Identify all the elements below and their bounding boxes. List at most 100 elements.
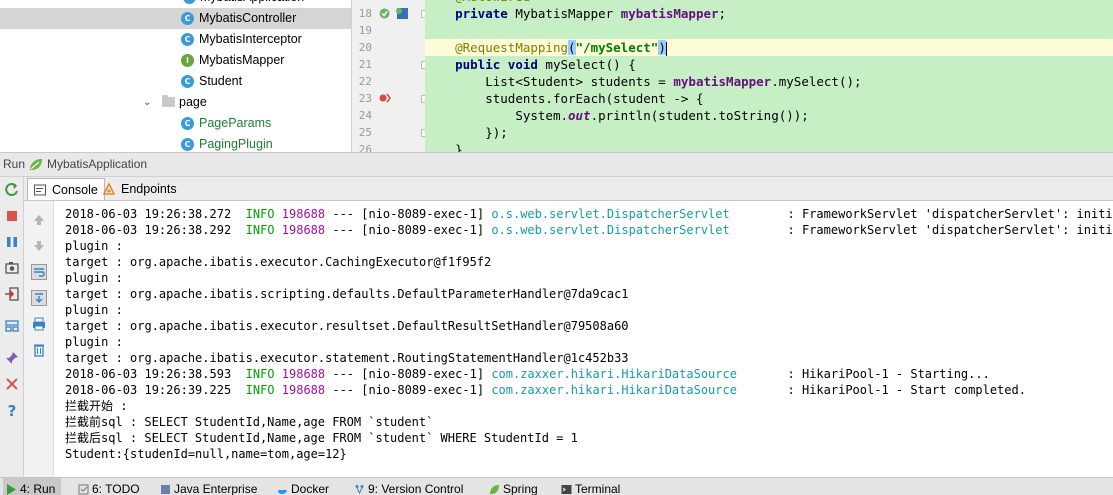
scroll-up-icon[interactable] — [31, 212, 47, 228]
autowired-icon[interactable] — [394, 6, 410, 20]
tree-item-label: MybatisMapper — [199, 53, 285, 67]
clear-all-icon[interactable] — [31, 342, 47, 358]
interface-icon: I — [181, 54, 194, 67]
class-icon: C — [181, 117, 194, 130]
console-line: Student:{studenId=null,name=tom,age=12} — [65, 447, 347, 461]
console-output[interactable]: 2018-06-03 19:26:38.272 INFO 198688 --- … — [54, 201, 1113, 477]
java-enterprise-icon — [161, 485, 170, 494]
code-line-21: public void mySelect() { — [455, 57, 636, 72]
tree-item-mybatisinterceptor[interactable]: C MybatisInterceptor — [0, 29, 351, 50]
lambda-navigation-icon[interactable] — [378, 92, 392, 104]
svg-text:?: ? — [8, 402, 17, 418]
console-line: plugin : — [65, 303, 123, 317]
toolwindow-todo-button[interactable]: 6: TODO — [75, 478, 140, 495]
line-number: 24 — [358, 109, 372, 122]
line-number: 19 — [358, 24, 372, 37]
line-number: 20 — [358, 41, 372, 54]
tree-item-partial[interactable]: C MybatisApplication — [0, 0, 351, 8]
pause-icon[interactable] — [4, 234, 20, 250]
line-number: 21 — [358, 58, 372, 71]
tree-item-pagingplugin[interactable]: C PagingPlugin — [0, 134, 351, 152]
chevron-down-icon[interactable]: ⌄ — [143, 92, 151, 113]
todo-icon — [78, 484, 89, 495]
bean-navigation-icon[interactable] — [378, 7, 391, 20]
print-icon[interactable] — [31, 316, 47, 332]
pin-icon[interactable] — [4, 350, 20, 366]
rerun-icon[interactable] — [4, 182, 20, 198]
code-editor[interactable]: @Autowired private MybatisMapper mybatis… — [425, 0, 1113, 152]
class-icon: C — [181, 12, 194, 25]
spring-boot-app-icon — [30, 159, 42, 170]
version-control-icon — [355, 485, 364, 495]
scroll-down-icon[interactable] — [31, 238, 47, 254]
layout-icon[interactable] — [4, 318, 20, 334]
console-line: plugin : — [65, 335, 123, 349]
console-line: plugin : — [65, 271, 123, 285]
line-number: 23 — [358, 92, 372, 105]
toolwindow-spring-button[interactable]: Spring — [486, 478, 538, 495]
line-number: 25 — [358, 126, 372, 139]
tree-item-mybatiscontroller[interactable]: C MybatisController — [0, 8, 351, 29]
project-tree: C MybatisApplication C MybatisController… — [0, 0, 352, 152]
editor-gutter[interactable]: 18 19 20 21 22 23 24 25 26 — [352, 0, 425, 152]
tab-endpoints[interactable]: Endpoints — [97, 178, 183, 200]
console-line: target : org.apache.ibatis.scripting.def… — [65, 287, 629, 301]
text-cursor — [665, 41, 667, 56]
tab-console[interactable]: Console — [27, 178, 105, 200]
scroll-to-end-icon[interactable] — [31, 290, 47, 306]
stop-icon[interactable] — [4, 208, 20, 224]
tree-item-label: MybatisInterceptor — [199, 32, 302, 46]
console-line: 拦截开始 : — [65, 399, 128, 413]
toolwindow-java-enterprise-button[interactable]: Java Enterprise — [157, 478, 257, 495]
tree-item-label: PageParams — [199, 116, 272, 130]
tree-item-mybatismapper[interactable]: I MybatisMapper — [0, 50, 351, 71]
tree-item-pageparams[interactable]: C PageParams — [0, 113, 351, 134]
run-icon — [7, 484, 16, 495]
code-line-25: }); — [485, 125, 508, 140]
line-number: 22 — [358, 75, 372, 88]
tree-package-page[interactable]: ⌄ page — [0, 92, 351, 113]
run-label: Run — [3, 157, 26, 171]
docker-icon — [278, 490, 287, 494]
console-line: 2018-06-03 19:26:38.272 INFO 198688 --- … — [65, 207, 1113, 221]
exit-icon[interactable] — [4, 286, 20, 302]
tab-label: Console — [52, 183, 98, 197]
line-number: 18 — [358, 7, 372, 20]
tree-item-label: PagingPlugin — [199, 137, 273, 151]
console-line: target : org.apache.ibatis.executor.Cach… — [65, 255, 492, 269]
code-line-20: @RequestMapping("/mySelect") — [425, 39, 1113, 56]
code-line-26: } — [455, 142, 463, 152]
tree-item-label: page — [179, 95, 207, 109]
close-icon[interactable] — [4, 376, 20, 392]
toolwindow-terminal-button[interactable]: Terminal — [558, 478, 620, 495]
run-toolwindow-header: Run MybatisApplication — [0, 152, 1113, 177]
class-icon: C — [183, 0, 196, 4]
tree-item-label: Student — [199, 74, 243, 88]
toolwindow-run-button[interactable]: 4: Run — [3, 478, 61, 495]
console-icon — [34, 184, 46, 196]
package-folder-icon — [162, 95, 175, 107]
console-line: 拦截前sql : SELECT StudentId,Name,age FROM … — [65, 415, 434, 429]
dump-threads-icon[interactable] — [4, 260, 20, 276]
toolwindow-version-control-button[interactable]: 9: Version Control — [351, 478, 463, 495]
console-line: target : org.apache.ibatis.executor.stat… — [65, 351, 629, 365]
soft-wrap-icon[interactable] — [31, 264, 47, 280]
run-config-name[interactable]: MybatisApplication — [47, 157, 147, 171]
help-icon[interactable]: ? — [4, 402, 20, 418]
code-line-22: List<Student> students = mybatisMapper.m… — [485, 74, 862, 89]
console-line: plugin : — [65, 239, 123, 253]
tool-window-bar: 4: Run 6: TODO Java Enterprise Docker 9:… — [0, 477, 1113, 495]
console-line: 2018-06-03 19:26:39.225 INFO 198688 --- … — [65, 383, 1026, 397]
toolwindow-docker-button[interactable]: Docker — [274, 478, 329, 495]
console-line: 拦截后sql : SELECT StudentId,Name,age FROM … — [65, 431, 578, 445]
code-line-23: students.forEach(student -> { — [485, 91, 704, 106]
tree-item-student[interactable]: C Student — [0, 71, 351, 92]
endpoints-icon — [103, 183, 115, 195]
terminal-icon — [561, 485, 572, 494]
code-line-18: private MybatisMapper mybatisMapper; — [455, 6, 727, 21]
console-line: target : org.apache.ibatis.executor.resu… — [65, 319, 629, 333]
console-line: 2018-06-03 19:26:38.593 INFO 198688 --- … — [65, 367, 990, 381]
class-icon: C — [181, 75, 194, 88]
run-actions-toolbar: ? — [0, 177, 24, 477]
line-number: 26 — [358, 143, 372, 152]
